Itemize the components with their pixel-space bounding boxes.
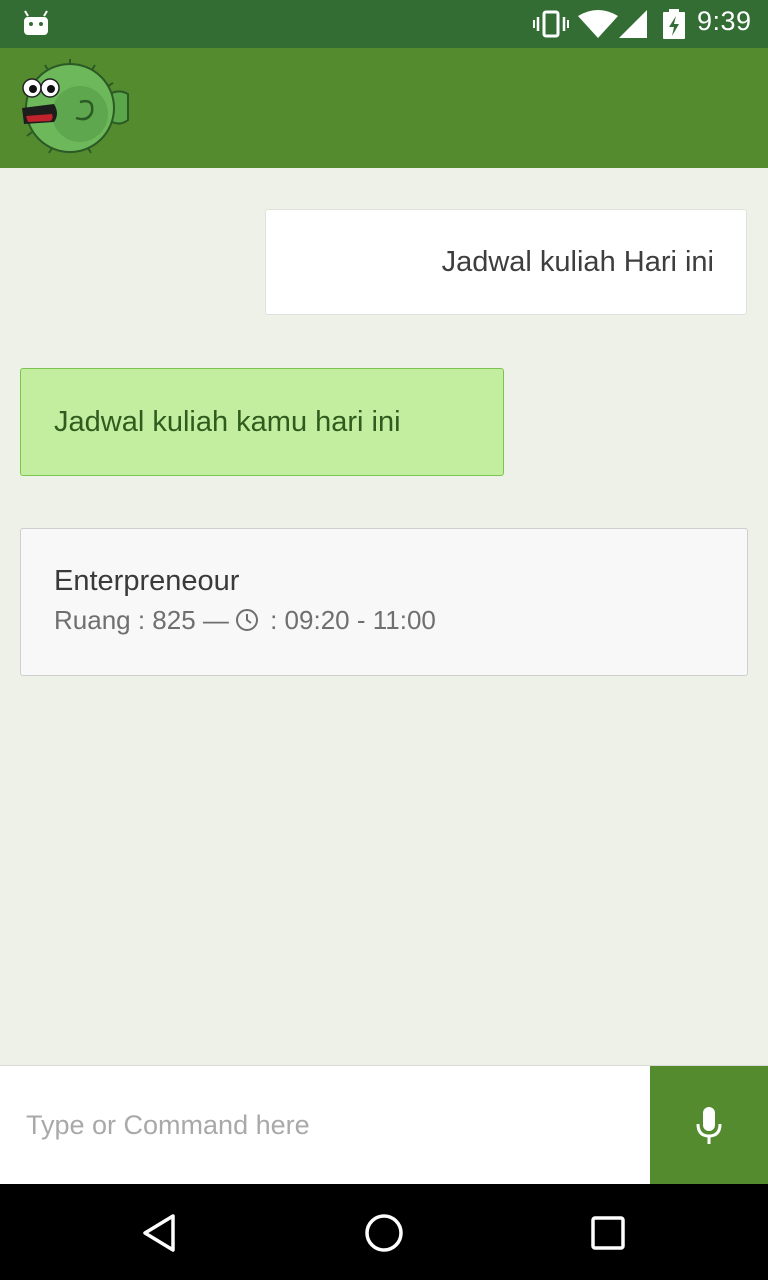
room-text: Ruang : 825 — <box>54 605 229 635</box>
pufferfish-logo[interactable] <box>18 58 130 158</box>
bot-message-bubble: Jadwal kuliah kamu hari ini <box>20 368 504 476</box>
time-text: : 09:20 - 11:00 <box>262 605 436 635</box>
command-input[interactable] <box>2 1066 650 1185</box>
chat-area[interactable]: Jadwal kuliah Hari ini Jadwal kuliah kam… <box>0 168 768 1065</box>
mic-button[interactable] <box>650 1066 768 1185</box>
user-message-text: Jadwal kuliah Hari ini <box>441 245 714 278</box>
user-message-bubble: Jadwal kuliah Hari ini <box>265 209 747 315</box>
schedule-card[interactable]: Enterpreneour Ruang : 825 — : 09:20 - 11… <box>20 528 748 676</box>
clock-icon <box>235 609 258 631</box>
status-time: 9:39 <box>697 6 752 36</box>
vibrate-icon <box>533 10 569 38</box>
recents-icon[interactable] <box>587 1212 629 1254</box>
bot-message-text: Jadwal kuliah kamu hari ini <box>54 405 401 438</box>
course-detail: Ruang : 825 — : 09:20 - 11:00 <box>54 602 747 638</box>
course-name: Enterpreneour <box>54 565 240 597</box>
input-bar <box>0 1065 768 1185</box>
microphone-icon <box>696 1106 722 1144</box>
wifi-icon <box>578 10 618 38</box>
navigation-bar <box>0 1184 768 1280</box>
app-bar <box>0 48 768 168</box>
android-debug-icon <box>24 10 48 35</box>
home-icon[interactable] <box>363 1212 405 1254</box>
status-bar: 9:39 <box>0 0 768 48</box>
battery-charging-icon <box>663 9 685 39</box>
signal-icon <box>619 10 647 38</box>
back-icon[interactable] <box>139 1212 181 1254</box>
